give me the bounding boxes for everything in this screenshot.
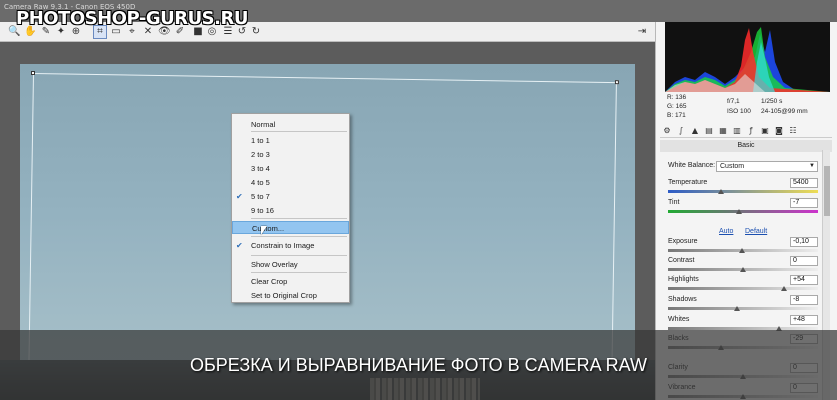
slider-label: Contrast (668, 257, 695, 264)
panel-tabs: ⚙ ∫ ▲ ▤ ▦ ▥ ƒ ▣ ◙ ☷ (660, 124, 832, 138)
auto-link[interactable]: Auto (719, 228, 733, 235)
crop-menu-item[interactable]: Set to Original Crop (232, 289, 349, 302)
tone-curve-tab-icon[interactable]: ∫ (676, 126, 686, 136)
crop-handle-top-left[interactable] (30, 70, 36, 76)
crop-menu-item[interactable]: Clear Crop (232, 275, 349, 288)
crop-menu-item-label: 9 to 16 (251, 206, 274, 215)
histogram (665, 22, 830, 92)
section-title: Basic (660, 140, 832, 152)
slider-thumb[interactable] (734, 306, 740, 311)
slider-value-input[interactable]: 0 (790, 256, 818, 266)
crop-menu-item[interactable]: 9 to 16 (232, 204, 349, 217)
slider-label: Tint (668, 199, 680, 206)
crop-menu-item-label: Custom... (252, 224, 285, 233)
readout-lens: 24-105@99 mm (761, 108, 808, 115)
crop-menu-item-label: Set to Original Crop (251, 291, 317, 300)
menu-separator (251, 236, 347, 237)
menu-separator (251, 131, 347, 132)
split-toning-tab-icon[interactable]: ▦ (718, 126, 728, 136)
slider-label: Whites (668, 316, 690, 323)
slider-track[interactable] (668, 287, 818, 290)
crop-menu-item[interactable]: 3 to 4 (232, 162, 349, 175)
lens-tab-icon[interactable]: ▥ (732, 126, 742, 136)
checkmark-icon: ✔ (236, 192, 243, 201)
rotate-right-icon[interactable]: ↻ (250, 26, 262, 38)
default-link[interactable]: Default (745, 228, 767, 235)
white-balance-value: Custom (720, 163, 745, 170)
slider-value-input[interactable]: +54 (790, 275, 818, 285)
crop-menu-item-label: Clear Crop (251, 277, 288, 286)
slider-value-input[interactable]: -0,10 (790, 237, 818, 247)
crop-menu-item[interactable]: ✔ 5 to 7 (232, 190, 349, 203)
snapshots-tab-icon[interactable]: ☷ (788, 126, 798, 136)
crop-context-menu: Normal 1 to 1 2 to 3 3 to 4 4 to 5 ✔ 5 to 7 9 t… (231, 113, 350, 303)
slider-thumb[interactable] (735, 209, 742, 214)
readout-r: R: 136 (667, 94, 687, 101)
slider-track[interactable] (668, 307, 818, 310)
slider-value-input[interactable]: 5400 (790, 178, 818, 188)
slider-thumb[interactable] (717, 189, 724, 194)
readout-shutter: 1/250 s (761, 98, 783, 105)
menu-separator (251, 218, 347, 219)
crop-menu-item-label: 5 to 7 (251, 192, 270, 201)
histogram-readout: R: 136 G: 165 B: 171 f/7,1 1/250 s ISO 1… (665, 94, 830, 122)
slider-thumb[interactable] (780, 286, 787, 291)
crop-menu-item[interactable]: ✔ Constrain to Image (232, 239, 349, 252)
slider-thumb[interactable] (738, 248, 745, 253)
checkmark-icon: ✔ (236, 241, 243, 250)
crop-menu-item-label: Show Overlay (251, 260, 298, 269)
slider-label: Shadows (668, 296, 697, 303)
effects-tab-icon[interactable]: ƒ (746, 126, 756, 136)
site-watermark: PHOTOSHOP-GURUS.RU (16, 8, 248, 29)
readout-b: B: 171 (667, 112, 686, 119)
crop-menu-item-label: 2 to 3 (251, 150, 270, 159)
crop-menu-item-label: 3 to 4 (251, 164, 270, 173)
white-balance-select[interactable]: Custom ▼ (716, 161, 818, 172)
slider-label: Exposure (668, 238, 698, 245)
slider-label: Highlights (668, 276, 699, 283)
detail-tab-icon[interactable]: ▲ (690, 126, 700, 136)
slider-value-input[interactable]: -8 (790, 295, 818, 305)
mouse-cursor-icon (261, 226, 267, 235)
slider-track[interactable] (668, 210, 818, 213)
slider-value-input[interactable]: -7 (790, 198, 818, 208)
slider-value-input[interactable]: +48 (790, 315, 818, 325)
crop-menu-item-label: Normal (251, 120, 276, 129)
basic-tab-icon[interactable]: ⚙ (662, 126, 672, 136)
slider-thumb[interactable] (740, 267, 746, 272)
scrollbar-thumb[interactable] (824, 166, 830, 216)
slider-label: Temperature (668, 179, 708, 186)
menu-separator (251, 255, 347, 256)
hsl-tab-icon[interactable]: ▤ (704, 126, 714, 136)
readout-g: G: 165 (667, 103, 687, 110)
crop-menu-item-label: Constrain to Image (251, 241, 315, 250)
crop-menu-item[interactable]: Show Overlay (232, 258, 349, 271)
slider-track[interactable] (668, 190, 818, 193)
chevron-down-icon: ▼ (809, 163, 815, 169)
crop-menu-item[interactable]: 4 to 5 (232, 176, 349, 189)
fullscreen-icon[interactable]: ⇥ (636, 26, 648, 38)
menu-separator (251, 272, 347, 273)
readout-iso: ISO 100 (727, 108, 751, 115)
white-balance-label: White Balance: (668, 162, 716, 169)
crop-menu-item[interactable]: Normal (232, 118, 349, 131)
crop-menu-item-label: 4 to 5 (251, 178, 270, 187)
crop-menu-item[interactable]: 2 to 3 (232, 148, 349, 161)
calibration-tab-icon[interactable]: ▣ (760, 126, 770, 136)
crop-menu-item-label: 1 to 1 (251, 136, 270, 145)
presets-tab-icon[interactable]: ◙ (774, 126, 784, 136)
readout-aperture: f/7,1 (727, 98, 740, 105)
crop-menu-item[interactable]: 1 to 1 (232, 134, 349, 147)
caption-text: ОБРЕЗКА И ВЫРАВНИВАНИЕ ФОТО В CAMERA RAW (189, 355, 647, 375)
crop-handle-top-right[interactable] (614, 80, 619, 85)
crop-menu-item[interactable]: Custom... (232, 221, 349, 234)
